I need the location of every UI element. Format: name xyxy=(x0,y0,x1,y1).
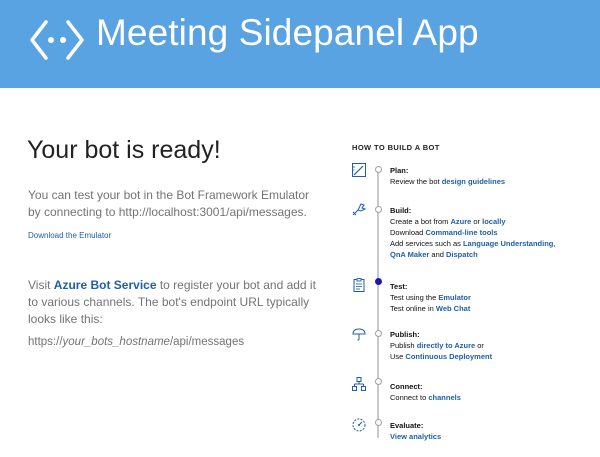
howto-title: HOW TO BUILD A BOT xyxy=(352,143,440,152)
clipboard-icon xyxy=(353,278,365,292)
step-publish: Publish: Publish directly to Azure or Us… xyxy=(390,329,492,362)
build-l3-text: Add services such as xyxy=(390,239,463,248)
design-guidelines-link[interactable]: design guidelines xyxy=(442,177,505,186)
intro-text: You can test your bot in the Bot Framewo… xyxy=(28,187,328,221)
azure-bot-service-link[interactable]: Azure Bot Service xyxy=(54,278,157,292)
publish-l1-end: or xyxy=(475,341,484,350)
emulator-link[interactable]: Emulator xyxy=(438,293,471,302)
timeline-dot-test xyxy=(374,278,382,285)
visit-text: Visit Azure Bot Service to register your… xyxy=(28,277,328,328)
endpoint-url: https://your_bots_hostname/api/messages xyxy=(28,336,244,348)
plan-text: Review the bot xyxy=(390,177,442,186)
cloud-umbrella-icon xyxy=(352,328,366,341)
visit-prefix: Visit xyxy=(28,278,54,292)
network-icon xyxy=(352,377,366,391)
page-title: Your bot is ready! xyxy=(27,136,221,164)
step-plan: Plan: Review the bot design guidelines xyxy=(390,165,505,187)
build-l1-text: Create a bot from xyxy=(390,217,451,226)
publish-l2-text: Use xyxy=(390,352,406,361)
step-connect: Connect: Connect to channels xyxy=(390,381,461,403)
step-plan-head: Plan: xyxy=(390,166,409,175)
web-chat-link[interactable]: Web Chat xyxy=(436,304,470,313)
command-line-tools-link[interactable]: Command-line tools xyxy=(425,228,497,237)
download-emulator-link[interactable]: Download the Emulator xyxy=(28,231,111,240)
endpoint-prefix: https:// xyxy=(28,336,63,348)
intro-line-1: You can test your bot in the Bot Framewo… xyxy=(28,188,310,202)
build-l1-mid: or xyxy=(471,217,483,226)
intro-line-2: by connecting to http://localhost:3001/a… xyxy=(28,205,307,219)
step-publish-head: Publish: xyxy=(390,330,420,339)
wrench-hand-icon xyxy=(352,203,367,216)
bot-framework-logo-icon xyxy=(30,20,84,60)
azure-link[interactable]: Azure xyxy=(450,217,471,226)
timeline-dot-connect xyxy=(374,378,382,385)
timeline-dot-plan xyxy=(374,166,382,173)
locally-link[interactable]: locally xyxy=(482,217,505,226)
app-title: Meeting Sidepanel App xyxy=(96,12,479,53)
step-connect-head: Connect: xyxy=(390,382,423,391)
timeline-dot-build xyxy=(374,206,382,213)
build-l2-text: Download xyxy=(390,228,426,237)
channels-link[interactable]: channels xyxy=(428,393,461,402)
dispatch-link[interactable]: Dispatch xyxy=(446,250,478,259)
step-test-head: Test: xyxy=(390,282,408,291)
endpoint-suffix: /api/messages xyxy=(169,336,245,348)
publish-l1-text: Publish xyxy=(390,341,417,350)
qna-maker-link[interactable]: QnA Maker xyxy=(390,250,429,259)
step-build-head: Build: xyxy=(390,206,412,215)
pencil-ruler-icon xyxy=(352,163,366,177)
view-analytics-link[interactable]: View analytics xyxy=(390,432,441,441)
test-l2-text: Test online in xyxy=(390,304,436,313)
endpoint-hostname: your_bots_hostname xyxy=(62,336,170,348)
language-understanding-link[interactable]: Language Understanding xyxy=(463,239,553,248)
app-header: Meeting Sidepanel App xyxy=(0,0,600,88)
step-evaluate: Evaluate: View analytics xyxy=(390,420,441,442)
step-test: Test: Test using the Emulator Test onlin… xyxy=(390,281,471,314)
step-evaluate-head: Evaluate: xyxy=(390,421,424,430)
gauge-icon xyxy=(352,418,366,432)
build-l4-mid: and xyxy=(429,250,447,259)
timeline-dot-publish xyxy=(374,330,382,337)
continuous-deployment-link[interactable]: Continuous Deployment xyxy=(405,352,492,361)
directly-to-azure-link[interactable]: directly to Azure xyxy=(417,341,475,350)
test-l1-text: Test using the xyxy=(390,293,439,302)
connect-l1-text: Connect to xyxy=(390,393,429,402)
build-l3-end: , xyxy=(553,239,556,248)
timeline-dot-evaluate xyxy=(374,419,382,426)
step-build: Build: Create a bot from Azure or locall… xyxy=(390,205,555,260)
